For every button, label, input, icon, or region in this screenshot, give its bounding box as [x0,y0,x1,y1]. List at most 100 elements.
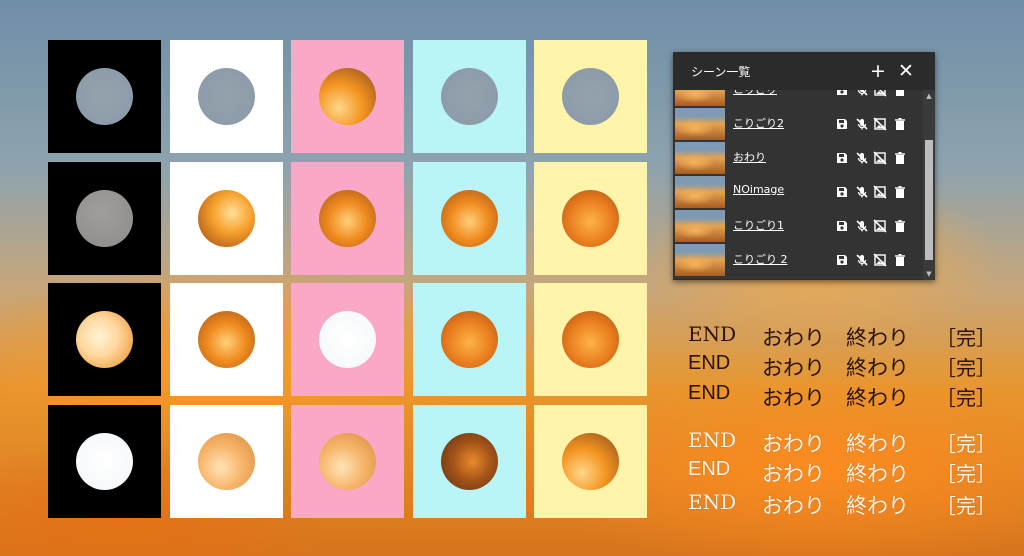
scene-thumbnail [675,244,725,276]
scene-row[interactable]: こりごり1 [673,209,923,244]
end-text-sample: END [688,458,731,480]
scene-row[interactable]: こりごり2 [673,107,923,142]
circle-cutout [441,433,498,490]
color-tile [291,283,404,396]
scene-name-link[interactable]: こりごり2 [733,115,784,131]
circle-cutout [562,311,619,368]
color-tile [48,405,161,518]
color-tile [291,162,404,275]
kan-bracket-sample: ［完］ [936,432,996,456]
add-scene-button[interactable]: + [867,60,889,82]
scroll-up-arrow-icon[interactable]: ▲ [925,92,933,100]
kan-bracket-sample: ［完］ [936,386,996,410]
save-icon[interactable] [835,150,849,164]
no-image-icon[interactable] [873,116,887,131]
owari-hiragana-sample: おわり [762,326,825,350]
circle-cutout [319,311,376,368]
no-mic-icon[interactable] [855,218,869,232]
no-image-icon[interactable] [873,184,887,199]
circle-cutout [319,433,376,490]
color-tile [170,162,283,275]
scene-row[interactable]: おわり [673,141,923,176]
save-icon[interactable] [835,116,849,130]
no-mic-icon[interactable] [855,252,869,266]
scene-row[interactable]: こりごり 2 [673,243,923,278]
end-text-sample: END [688,352,731,374]
color-tile [413,283,526,396]
no-image-icon[interactable] [873,150,887,165]
kan-bracket-sample: ［完］ [936,494,996,518]
no-image-icon[interactable] [873,90,887,97]
circle-cutout [76,433,133,490]
scene-row[interactable]: こりごり [673,90,923,108]
scroll-thumb[interactable] [925,140,933,260]
no-mic-icon[interactable] [855,150,869,164]
circle-cutout [562,68,619,125]
color-tile [291,405,404,518]
circle-cutout [198,68,255,125]
circle-cutout [198,433,255,490]
trash-icon[interactable] [893,90,907,96]
trash-icon[interactable] [893,116,907,130]
owari-kanji-sample: 終わり [846,432,909,456]
scene-thumbnail [675,142,725,174]
end-text-sample: END [688,322,737,346]
color-tile [413,162,526,275]
no-mic-icon[interactable] [855,184,869,198]
scene-row[interactable]: NOimage [673,175,923,210]
no-image-icon[interactable] [873,252,887,267]
trash-icon[interactable] [893,184,907,198]
trash-icon[interactable] [893,150,907,164]
circle-cutout [198,311,255,368]
color-tile [291,40,404,153]
save-icon[interactable] [835,252,849,266]
color-tile [48,162,161,275]
color-tile [534,283,647,396]
trash-icon[interactable] [893,218,907,232]
circle-cutout [76,311,133,368]
kan-bracket-sample: ［完］ [936,356,996,380]
scene-thumbnail [675,176,725,208]
color-tile [170,283,283,396]
close-panel-button[interactable]: ✕ [895,60,917,82]
scene-name-link[interactable]: こりごり [733,90,777,97]
kan-bracket-sample: ［完］ [936,462,996,486]
owari-kanji-sample: 終わり [846,326,909,350]
trash-icon[interactable] [893,252,907,266]
no-mic-icon[interactable] [855,90,869,96]
save-icon[interactable] [835,218,849,232]
scene-name-link[interactable]: おわり [733,149,766,165]
scene-list-scrollbar[interactable]: ▲ ▼ [923,90,935,280]
owari-kanji-sample: 終わり [846,386,909,410]
save-icon[interactable] [835,90,849,96]
scroll-down-arrow-icon[interactable]: ▼ [925,270,933,278]
circle-cutout [441,190,498,247]
circle-cutout [198,190,255,247]
circle-cutout [441,68,498,125]
scene-name-link[interactable]: NOimage [733,183,784,196]
scene-name-link[interactable]: こりごり 2 [733,251,788,267]
panel-title: シーン一覧 [691,65,751,79]
plus-icon: + [870,60,886,82]
scene-thumbnail [675,210,725,242]
color-tile [413,405,526,518]
color-tile [534,162,647,275]
circle-cutout [76,190,133,247]
circle-cutout [441,311,498,368]
color-tile [48,283,161,396]
no-image-icon[interactable] [873,218,887,233]
color-tile [413,40,526,153]
owari-hiragana-sample: おわり [762,356,825,380]
owari-hiragana-sample: おわり [762,494,825,518]
no-mic-icon[interactable] [855,116,869,130]
scene-name-link[interactable]: こりごり1 [733,217,784,233]
color-tile [48,40,161,153]
circle-cutout [562,190,619,247]
save-icon[interactable] [835,184,849,198]
scene-thumbnail [675,108,725,140]
owari-hiragana-sample: おわり [762,432,825,456]
circle-cutout [319,68,376,125]
scene-list: こりごりこりごり2 おわり NOimage こりごり1 こりごり 2 [673,90,923,280]
circle-cutout [76,68,133,125]
end-text-sample: END [688,490,737,514]
